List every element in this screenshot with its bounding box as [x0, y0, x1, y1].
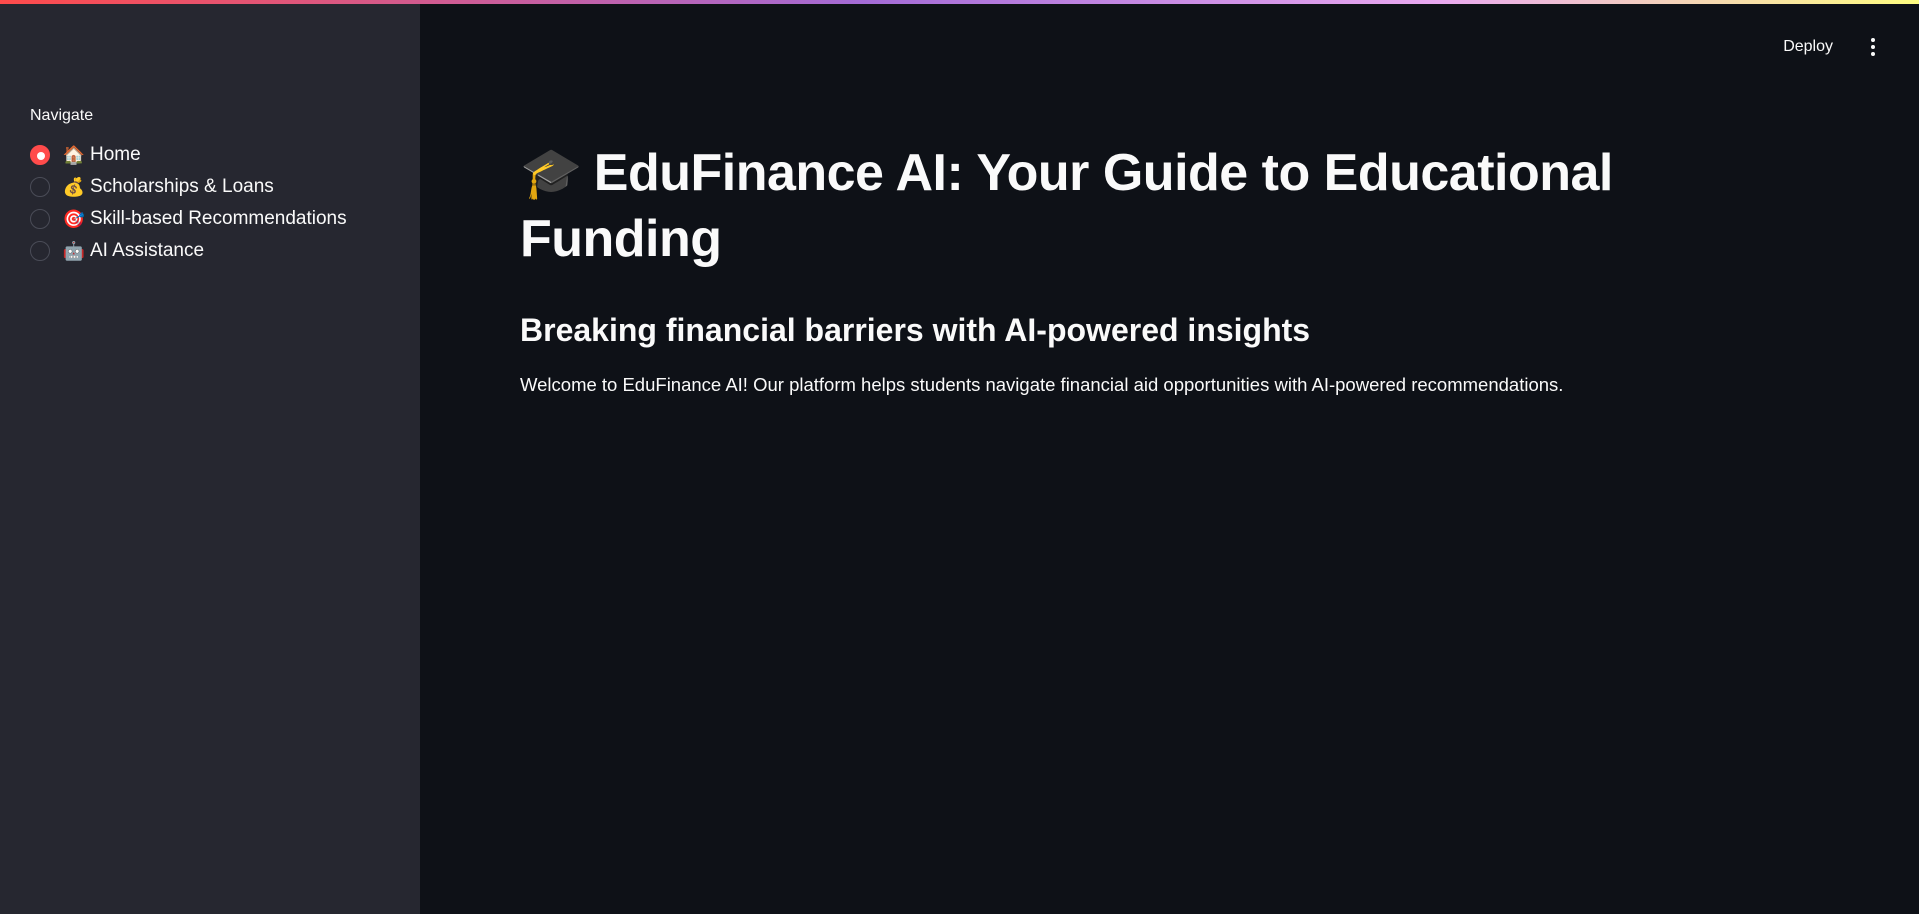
- nav-label: Navigate: [30, 107, 94, 124]
- menu-dot: [1871, 52, 1875, 56]
- radio-button[interactable]: [30, 209, 50, 229]
- nav-radio-group: 🏠 Home 💰 Scholarships & Loans 🎯 Skill-ba…: [30, 139, 347, 267]
- house-icon: 🏠: [62, 144, 86, 165]
- main-content: 🎓 EduFinance AI: Your Guide to Educationa…: [520, 140, 1680, 398]
- deploy-button[interactable]: Deploy: [1769, 30, 1847, 64]
- radio-button-selected[interactable]: [30, 145, 50, 165]
- kebab-menu-icon[interactable]: [1861, 32, 1885, 62]
- robot-icon: 🤖: [62, 240, 86, 261]
- nav-option-label: AI Assistance: [90, 240, 205, 261]
- page-subtitle: Breaking financial barriers with AI-powe…: [520, 312, 1311, 348]
- nav-option-skill-recommendations[interactable]: 🎯 Skill-based Recommendations: [30, 203, 347, 235]
- page-title: 🎓 EduFinance AI: Your Guide to Educationa…: [520, 140, 1680, 272]
- page-title-text: EduFinance AI: Your Guide to Educational…: [520, 144, 1613, 268]
- nav-option-label: Scholarships & Loans: [90, 176, 274, 197]
- sidebar: Navigate 🏠 Home 💰 Scholarships & Loans 🎯…: [0, 0, 420, 914]
- nav-option-home[interactable]: 🏠 Home: [30, 139, 347, 171]
- header-decoration-stripe: [0, 0, 1919, 4]
- nav-option-label: Home: [90, 144, 141, 165]
- header-actions: Deploy: [1769, 26, 1919, 68]
- money-bag-icon: 💰: [62, 176, 86, 197]
- nav-option-scholarships-loans[interactable]: 💰 Scholarships & Loans: [30, 171, 347, 203]
- intro-paragraph: Welcome to EduFinance AI! Our platform h…: [520, 374, 1564, 395]
- radio-button[interactable]: [30, 177, 50, 197]
- target-icon: 🎯: [62, 208, 86, 229]
- nav-option-label: Skill-based Recommendations: [90, 208, 347, 229]
- radio-button[interactable]: [30, 241, 50, 261]
- graduation-cap-icon: 🎓: [520, 145, 582, 201]
- nav-option-ai-assistance[interactable]: 🤖 AI Assistance: [30, 235, 347, 267]
- menu-dot: [1871, 45, 1875, 49]
- menu-dot: [1871, 38, 1875, 42]
